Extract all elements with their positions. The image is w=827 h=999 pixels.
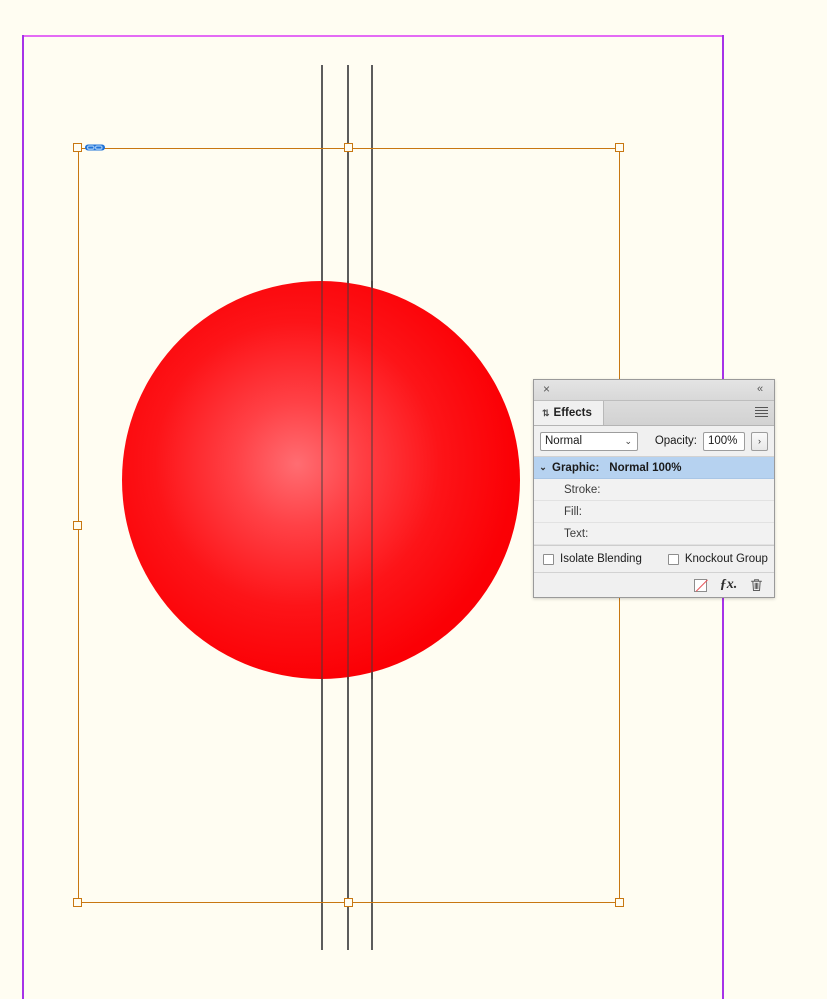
menu-line [755, 410, 768, 411]
knockout-group-checkbox[interactable]: Knockout Group [667, 553, 768, 565]
tab-grip-icon: ⇅ [542, 407, 549, 418]
blend-mode-row: Normal ⌄ Opacity: 100% › [534, 426, 774, 457]
selection-handle-bottom-center[interactable] [344, 898, 353, 907]
collapse-panel-icon[interactable]: « [753, 382, 767, 396]
opacity-value: 100% [708, 435, 738, 447]
effects-row-graphic-value: Normal 100% [609, 461, 682, 474]
chevron-down-icon: ⌄ [624, 435, 632, 446]
selection-handle-top-center[interactable] [344, 143, 353, 152]
checkbox-icon[interactable] [667, 553, 679, 565]
opacity-stepper-button[interactable]: › [751, 431, 768, 451]
chain-link-icon[interactable] [85, 142, 105, 153]
fx-icon: ƒx. [719, 577, 738, 592]
opacity-label: Opacity: [654, 435, 697, 447]
vertical-guide-1-overlay [321, 281, 323, 679]
isolate-blending-label: Isolate Blending [560, 553, 642, 565]
isolate-blending-checkbox[interactable]: Isolate Blending [543, 553, 642, 565]
selection-handle-top-left[interactable] [73, 143, 82, 152]
close-icon[interactable]: × [540, 383, 553, 396]
selection-handle-bottom-left[interactable] [73, 898, 82, 907]
chevron-down-icon[interactable]: ⌄ [534, 462, 552, 473]
selection-handle-bottom-right[interactable] [615, 898, 624, 907]
effects-row-graphic-label: Graphic: [552, 461, 600, 474]
page-margin-guide-top [22, 35, 724, 37]
blend-mode-value: Normal [545, 435, 583, 447]
blend-mode-select[interactable]: Normal ⌄ [540, 431, 638, 451]
menu-line [755, 413, 768, 414]
opacity-input[interactable]: 100% [703, 431, 745, 451]
effects-row-text[interactable]: Text: [534, 523, 774, 545]
panel-footer-toolbar: ƒx. [534, 573, 774, 597]
effects-row-fill-label: Fill: [564, 505, 582, 518]
effects-panel[interactable]: × « ⇅ Effects Normal ⌄ Opacity: 100% › ⌄… [533, 379, 775, 598]
panel-menu-icon[interactable] [755, 407, 768, 418]
effects-row-text-label: Text: [564, 527, 589, 540]
page-border-left [22, 35, 24, 999]
panel-titlebar[interactable]: × « [534, 380, 774, 401]
delete-effect-button[interactable] [749, 578, 764, 593]
selection-handle-top-right[interactable] [615, 143, 624, 152]
tab-effects-label: Effects [553, 407, 592, 419]
menu-line [755, 416, 768, 417]
knockout-group-label: Knockout Group [684, 553, 768, 565]
indesign-workspace: × « ⇅ Effects Normal ⌄ Opacity: 100% › ⌄… [0, 0, 827, 999]
clear-effects-icon [694, 578, 707, 592]
trash-icon [751, 579, 762, 591]
panel-tab-bar: ⇅ Effects [534, 401, 774, 426]
vertical-guide-2-overlay [347, 281, 349, 679]
blending-options-row: Isolate Blending Knockout Group [534, 546, 774, 573]
add-effect-button[interactable]: ƒx. [719, 577, 738, 593]
effects-row-fill[interactable]: Fill: [534, 501, 774, 523]
effects-row-stroke[interactable]: Stroke: [534, 479, 774, 501]
menu-line [755, 407, 768, 408]
checkbox-icon[interactable] [543, 553, 554, 565]
clear-effects-button[interactable] [693, 578, 708, 593]
selection-handle-middle-left[interactable] [73, 521, 82, 530]
effects-row-graphic[interactable]: ⌄ Graphic: Normal 100% [534, 457, 774, 479]
vertical-guide-3-overlay [371, 281, 373, 679]
effects-row-stroke-label: Stroke: [564, 483, 601, 496]
tab-effects[interactable]: ⇅ Effects [534, 401, 604, 425]
effects-list: ⌄ Graphic: Normal 100% Stroke: Fill: Tex… [534, 457, 774, 546]
